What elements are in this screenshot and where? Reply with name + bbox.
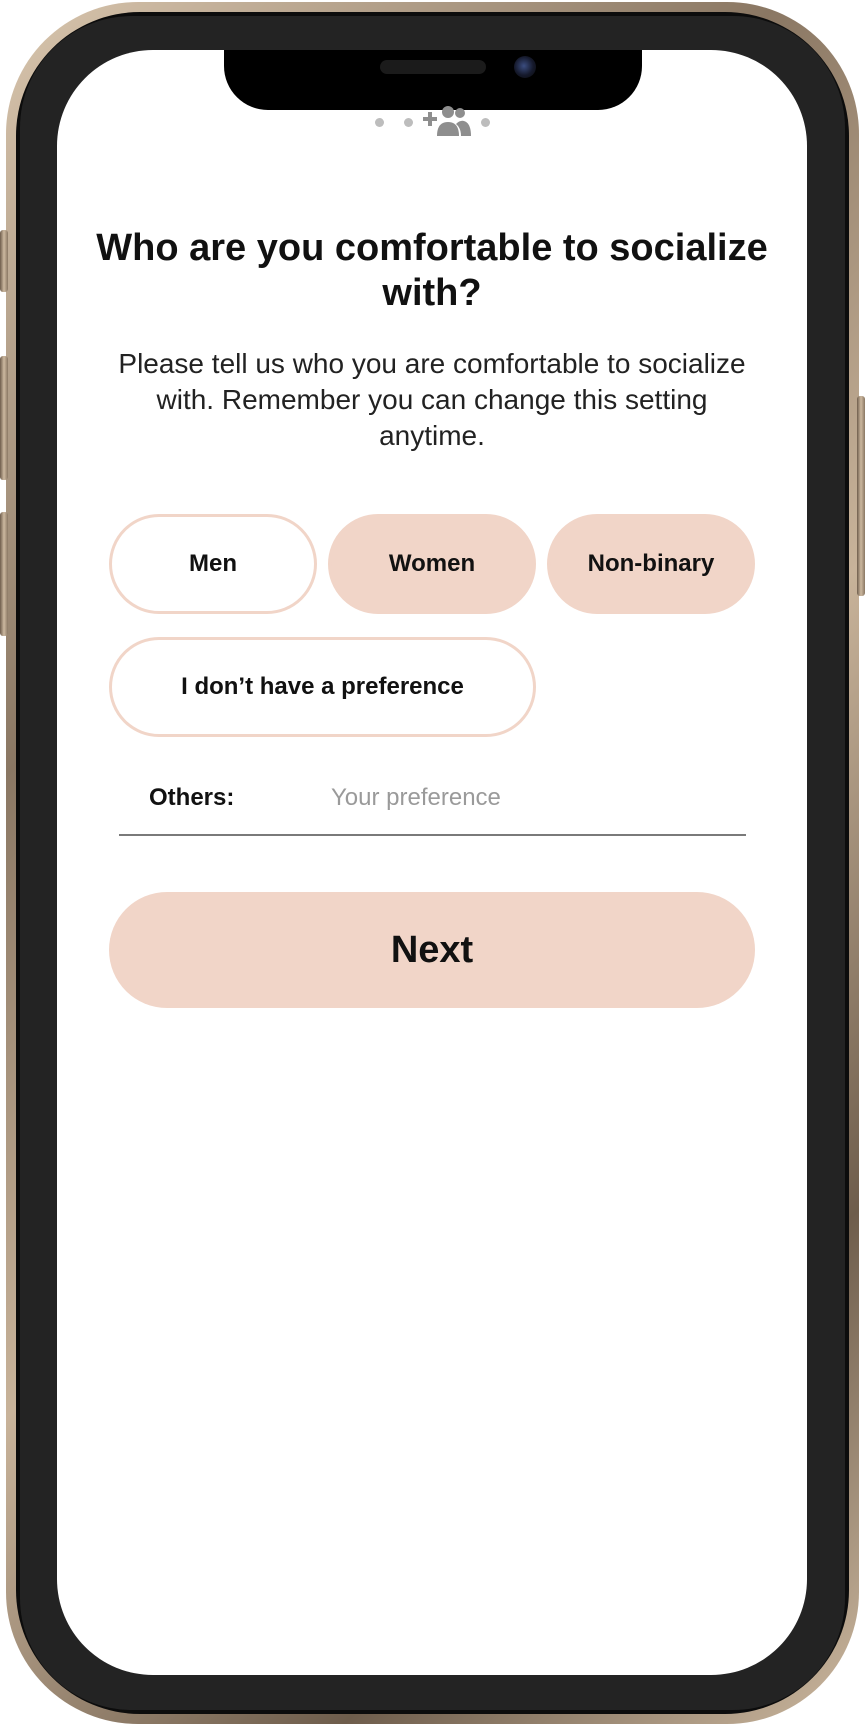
others-preference-input[interactable] [319, 776, 751, 820]
earpiece-speaker [380, 60, 486, 74]
front-camera [514, 56, 536, 78]
power-button [857, 396, 865, 596]
page-subtitle: Please tell us who you are comfortable t… [118, 348, 746, 451]
volume-down-button [0, 512, 8, 636]
progress-dot-1 [375, 118, 384, 127]
next-button[interactable]: Next [109, 892, 755, 1008]
volume-up-button [0, 356, 8, 480]
progress-dot-2 [404, 118, 413, 127]
app-screen: Who are you comfortable to socialize wit… [57, 50, 807, 1675]
add-group-icon [423, 106, 471, 136]
progress-dot-4 [481, 118, 490, 127]
option-non-binary[interactable]: Non-binary [547, 514, 755, 614]
others-label: Others: [149, 784, 235, 811]
others-field: Others: [119, 776, 751, 836]
camera-notch [224, 50, 642, 110]
option-women[interactable]: Women [328, 514, 536, 614]
option-men[interactable]: Men [109, 514, 317, 614]
option-no-preference[interactable]: I don’t have a preference [109, 637, 536, 737]
action-button [0, 230, 8, 292]
page-title: Who are you comfortable to socialize wit… [96, 227, 768, 314]
onboarding-progress [57, 106, 807, 136]
